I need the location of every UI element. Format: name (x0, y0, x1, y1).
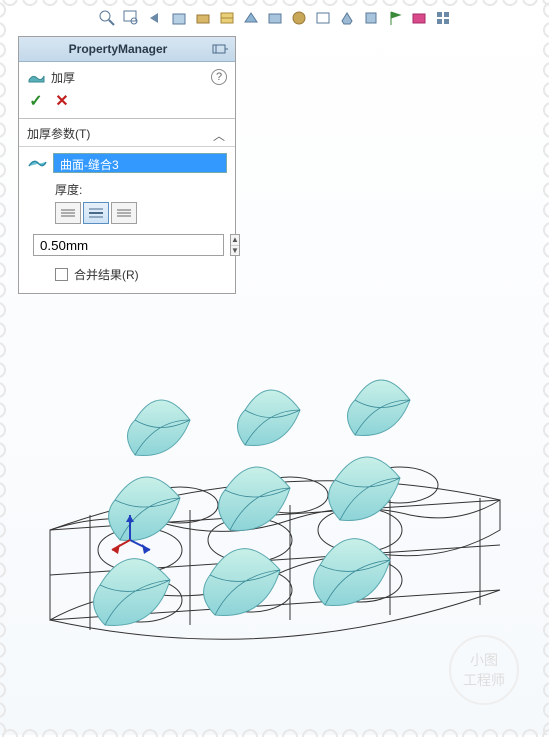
dimension-row: T ▲ ▼ (27, 234, 227, 256)
render-icon[interactable] (409, 8, 429, 28)
heads-up-view-toolbar (0, 8, 549, 28)
thickness-value-input[interactable] (33, 234, 224, 256)
flag-icon[interactable] (385, 8, 405, 28)
ok-cancel-row: ✓ ✕ (19, 88, 235, 119)
watermark: 小图 工程师 (449, 635, 519, 705)
thickness-side1-button[interactable] (55, 202, 81, 224)
surface-select-icon[interactable] (27, 154, 47, 172)
thickness-side2-button[interactable] (111, 202, 137, 224)
spin-up-button[interactable]: ▲ (231, 235, 239, 246)
thicken-feature-icon (27, 68, 45, 86)
feature-title-row: 加厚 ? (19, 62, 235, 88)
zoom-area-icon[interactable] (121, 8, 141, 28)
merge-result-row: 合并结果(R) (55, 266, 227, 283)
section-header[interactable]: 加厚参数(T) ︿ (19, 119, 235, 147)
watermark-line1: 小图 (470, 650, 498, 670)
hide-show-icon[interactable] (265, 8, 285, 28)
normal-to-icon[interactable] (361, 8, 381, 28)
collapse-icon[interactable]: ︿ (213, 127, 227, 141)
section-body: 曲面-缝合3 厚度: T ▲ ▼ 合并结果( (19, 147, 235, 293)
prev-view-icon[interactable] (145, 8, 165, 28)
selection-input[interactable]: 曲面-缝合3 (53, 153, 227, 173)
selection-row: 曲面-缝合3 (27, 153, 227, 173)
thickness-direction-buttons (55, 202, 227, 224)
thickness-spinner: ▲ ▼ (230, 234, 240, 256)
property-manager-title: PropertyManager (25, 42, 211, 56)
spin-down-button[interactable]: ▼ (231, 246, 239, 256)
property-manager-header: PropertyManager (19, 37, 235, 62)
model-illustration[interactable] (30, 350, 520, 670)
section-title: 加厚参数(T) (27, 125, 213, 142)
feature-title: 加厚 (51, 69, 75, 86)
zoom-fit-icon[interactable] (97, 8, 117, 28)
apply-scene-icon[interactable] (313, 8, 333, 28)
thickness-label: 厚度: (55, 181, 227, 198)
display-style-icon[interactable] (241, 8, 261, 28)
merge-result-checkbox[interactable] (55, 268, 68, 281)
cancel-button[interactable]: ✕ (53, 92, 71, 110)
thickness-both-button[interactable] (83, 202, 109, 224)
section-view-icon[interactable] (169, 8, 189, 28)
watermark-line2: 工程师 (463, 670, 505, 690)
view-settings-icon[interactable] (337, 8, 357, 28)
help-icon[interactable]: ? (211, 69, 227, 85)
draft-analysis-icon[interactable] (217, 8, 237, 28)
dynamic-annotation-icon[interactable] (193, 8, 213, 28)
property-manager-panel: PropertyManager 加厚 ? ✓ ✕ 加厚参数(T) ︿ 曲面-缝合… (18, 36, 236, 294)
pin-icon[interactable] (211, 41, 229, 57)
merge-result-label: 合并结果(R) (74, 266, 139, 283)
edit-appearance-icon[interactable] (289, 8, 309, 28)
more-views-icon[interactable] (433, 8, 453, 28)
ok-button[interactable]: ✓ (27, 92, 45, 110)
